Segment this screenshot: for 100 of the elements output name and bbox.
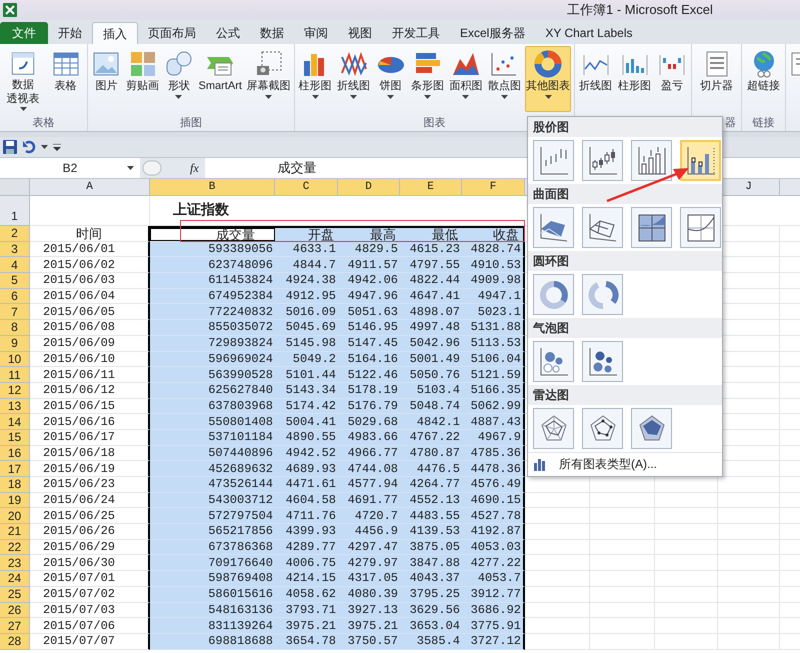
row-header[interactable]: 14	[0, 414, 30, 430]
row-header[interactable]: 25	[0, 586, 30, 602]
number-cell: 4898.07	[400, 304, 462, 320]
number-cell: 4924.38	[275, 273, 338, 289]
column-header[interactable]: D	[338, 179, 400, 196]
row-header[interactable]: 21	[0, 524, 30, 540]
row-header[interactable]: 10	[0, 352, 30, 368]
row-header[interactable]: 11	[0, 367, 30, 383]
row-header[interactable]: 24	[0, 571, 30, 587]
ribbon-button[interactable]: 形状	[162, 46, 195, 112]
number-cell: 5178.19	[338, 382, 400, 399]
excel-logo-icon[interactable]	[3, 3, 17, 17]
row-header[interactable]: 9	[0, 336, 30, 352]
row-header[interactable]: 18	[0, 477, 30, 493]
ribbon-button[interactable]: 超链接	[746, 46, 781, 112]
chart-type-option[interactable]	[631, 408, 672, 449]
ribbon-tab[interactable]: 插入	[92, 22, 138, 44]
row-header[interactable]: 23	[0, 555, 30, 572]
row-header[interactable]: 8	[0, 320, 30, 336]
number-cell: 3727.12	[462, 634, 525, 650]
ribbon-button[interactable]: 柱形图	[298, 46, 333, 112]
ribbon-tab[interactable]: Excel服务器	[450, 22, 536, 44]
row-header[interactable]: 27	[0, 618, 30, 634]
row-header[interactable]: 1	[0, 196, 30, 226]
row-header[interactable]: 26	[0, 602, 30, 618]
group-label: 图表	[424, 116, 446, 130]
chart-type-option[interactable]	[582, 207, 623, 248]
row-header[interactable]: 7	[0, 304, 30, 320]
ribbon-button[interactable]: 图片	[90, 46, 122, 112]
ribbon-button[interactable]: 剪贴画	[125, 46, 160, 112]
row-header[interactable]: 3	[0, 242, 30, 258]
ribbon-button[interactable]: 表格	[50, 46, 82, 112]
chart-type-option[interactable]	[680, 207, 721, 248]
sheet-title: 上证指数	[173, 200, 229, 219]
column-header[interactable]: B	[150, 179, 275, 196]
chart-type-option[interactable]	[533, 140, 574, 181]
row-header[interactable]: 22	[0, 540, 30, 556]
ribbon-button[interactable]: 面积图	[448, 46, 484, 112]
row-header[interactable]: 12	[0, 382, 30, 399]
name-box[interactable]: B2	[0, 158, 140, 178]
ribbon-tab[interactable]: 审阅	[294, 22, 338, 44]
all-chart-types-item[interactable]: 所有图表类型(A)...	[528, 452, 722, 474]
row-header[interactable]: 6	[0, 288, 30, 304]
row-header[interactable]: 19	[0, 492, 30, 508]
column-header[interactable]: C	[275, 179, 338, 196]
row-header[interactable]: 28	[0, 634, 30, 650]
ribbon-button[interactable]: 折线图	[578, 46, 613, 112]
caret-icon	[312, 94, 319, 98]
column-header[interactable]: F	[462, 179, 525, 196]
row-header[interactable]: 2	[0, 226, 30, 242]
date-cell: 2015/06/11	[30, 367, 150, 383]
number-cell: 5164.16	[338, 352, 400, 368]
chart-type-option[interactable]	[582, 140, 623, 181]
row-header[interactable]: 13	[0, 398, 30, 414]
save-icon[interactable]	[3, 140, 17, 154]
file-tab[interactable]: 文件	[0, 22, 48, 44]
chart-type-option[interactable]	[680, 140, 721, 181]
ribbon-tab[interactable]: 公式	[206, 22, 250, 44]
number-cell: 855035072	[150, 320, 275, 336]
ribbon-tab[interactable]: 数据	[250, 22, 294, 44]
row-header[interactable]: 4	[0, 257, 30, 274]
ribbon-button[interactable]: 切片器	[699, 46, 734, 112]
number-cell: 4720.7	[338, 508, 400, 524]
chart-type-option[interactable]	[582, 341, 623, 382]
column-header[interactable]: E	[400, 179, 462, 196]
ribbon-tab[interactable]: 视图	[338, 22, 382, 44]
ribbon-button[interactable]: 饼图	[374, 46, 407, 112]
number-cell: 709176640	[150, 555, 275, 572]
insert-function-button[interactable]: fx	[190, 159, 199, 177]
column-header[interactable]: A	[30, 179, 150, 196]
number-cell: 4887.43	[462, 414, 525, 430]
row-header[interactable]: 16	[0, 446, 30, 462]
undo-icon[interactable]	[22, 140, 36, 154]
ribbon-button[interactable]: 条形图	[410, 46, 445, 112]
chart-type-option[interactable]	[533, 207, 574, 248]
row-header[interactable]: 20	[0, 508, 30, 524]
row-header[interactable]: 15	[0, 430, 30, 446]
chart-type-option[interactable]	[631, 140, 672, 181]
row-header[interactable]: 5	[0, 273, 30, 289]
ribbon-button[interactable]: 屏幕截图	[246, 46, 292, 112]
ribbon-tab[interactable]: 页面布局	[138, 22, 206, 44]
ribbon-button[interactable]: SmartArt	[198, 46, 243, 112]
ribbon-button[interactable]: 折线图	[336, 46, 372, 112]
chart-type-option[interactable]	[631, 207, 672, 248]
ribbon-button[interactable]: 盈亏	[656, 46, 688, 112]
chart-type-option[interactable]	[533, 408, 574, 449]
ribbon-button[interactable]: 柱形图	[617, 46, 652, 112]
chart-type-option[interactable]	[582, 408, 623, 449]
chart-type-option[interactable]	[533, 341, 574, 382]
chart-type-option[interactable]	[582, 274, 623, 315]
chart-type-option[interactable]	[533, 274, 574, 315]
ribbon-button[interactable]: 散点图	[486, 46, 522, 112]
customize-toolbar-icon[interactable]	[53, 144, 61, 150]
ribbon-button[interactable]: 其他图表	[525, 46, 572, 112]
row-header[interactable]: 17	[0, 461, 30, 477]
ribbon-tab[interactable]: 开始	[48, 22, 92, 44]
ribbon-tab[interactable]: 开发工具	[382, 22, 450, 44]
ribbon-button[interactable]: 数据 透视表	[6, 46, 40, 112]
number-cell: 4947.1	[462, 288, 525, 304]
ribbon-tab[interactable]: XY Chart Labels	[535, 22, 643, 44]
